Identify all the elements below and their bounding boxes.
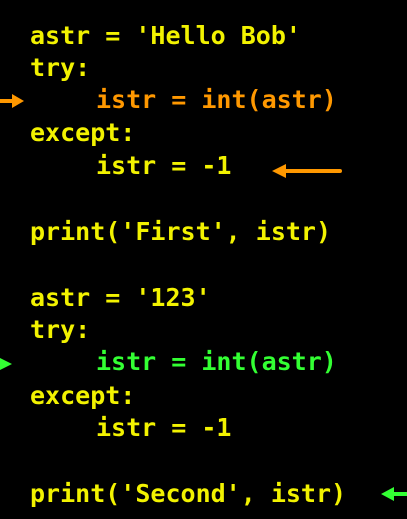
code-line-fallback-2: istr = -1 <box>96 413 232 442</box>
code-line-print-second: print('Second', istr) <box>30 479 347 508</box>
code-line-try-2: try: <box>30 315 91 344</box>
code-line-astr-hello: astr = 'Hello Bob' <box>30 21 301 50</box>
code-line-except-1: except: <box>30 118 136 147</box>
arrow-left-icon <box>272 164 342 178</box>
code-line-fallback-1: istr = -1 <box>96 151 232 180</box>
code-line-astr-123: astr = '123' <box>30 283 211 312</box>
arrow-right-icon <box>0 94 24 108</box>
code-slide: astr = 'Hello Bob' try: istr = int(astr)… <box>0 0 407 519</box>
arrow-right-icon <box>0 358 12 370</box>
code-line-print-first: print('First', istr) <box>30 217 332 246</box>
code-line-except-2: except: <box>30 381 136 410</box>
arrow-left-icon <box>381 487 407 501</box>
code-line-try-1: try: <box>30 53 91 82</box>
code-line-int-conversion-2: istr = int(astr) <box>96 347 337 376</box>
code-line-int-conversion-1: istr = int(astr) <box>96 85 337 114</box>
